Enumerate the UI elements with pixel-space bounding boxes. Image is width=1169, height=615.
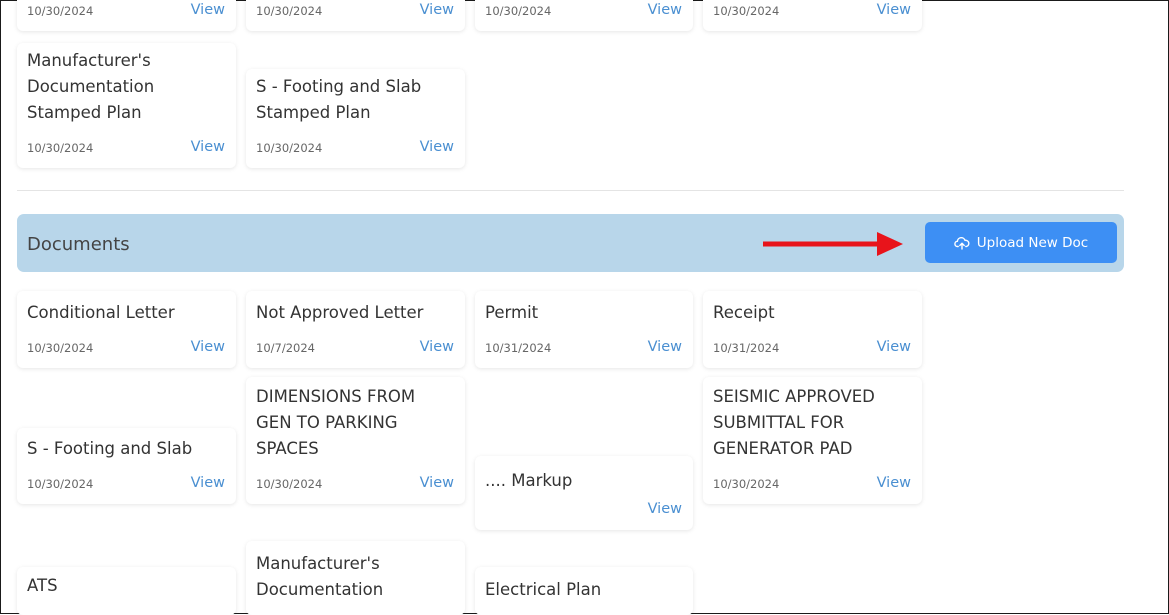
- document-card: 10/30/2024 View: [703, 0, 922, 31]
- documents-section-header: Documents Upload New Doc: [17, 214, 1124, 272]
- view-link[interactable]: View: [191, 475, 225, 491]
- view-link[interactable]: View: [877, 475, 911, 491]
- card-title: SEISMIC APPROVED SUBMITTAL FOR GENERATOR…: [713, 387, 875, 458]
- document-card: 10/30/2024 View: [17, 0, 236, 31]
- document-card: ATS: [17, 567, 236, 615]
- card-date: 10/30/2024: [27, 4, 94, 18]
- view-link[interactable]: View: [648, 501, 682, 517]
- view-link[interactable]: View: [648, 339, 682, 355]
- red-arrow-annotation-icon: [763, 232, 903, 256]
- plan-card: S - Footing and Slab Stamped Plan 10/30/…: [246, 69, 465, 168]
- document-card: SEISMIC APPROVED SUBMITTAL FOR GENERATOR…: [703, 377, 922, 504]
- view-link[interactable]: View: [877, 2, 911, 18]
- view-link[interactable]: View: [420, 139, 454, 155]
- card-date: 10/30/2024: [27, 341, 94, 355]
- view-link[interactable]: View: [191, 2, 225, 18]
- card-title: Electrical Plan: [485, 580, 602, 599]
- document-card: .... Markup View: [475, 456, 693, 530]
- card-title: Manufacturer's Documentation: [256, 554, 384, 599]
- card-title: S - Footing and Slab Stamped Plan: [256, 77, 422, 122]
- document-card: Not Approved Letter 10/7/2024 View: [246, 291, 465, 368]
- card-title: S - Footing and Slab: [27, 439, 193, 458]
- view-link[interactable]: View: [420, 475, 454, 491]
- section-divider: [17, 190, 1124, 191]
- card-date: 10/30/2024: [713, 4, 780, 18]
- card-date: 10/30/2024: [27, 141, 94, 155]
- card-date: 10/30/2024: [256, 4, 323, 18]
- card-title: .... Markup: [485, 471, 573, 490]
- card-date: 10/31/2024: [713, 341, 780, 355]
- document-card: DIMENSIONS FROM GEN TO PARKING SPACES 10…: [246, 377, 465, 504]
- card-title: Not Approved Letter: [256, 303, 424, 322]
- card-date: 10/31/2024: [485, 341, 552, 355]
- document-card: 10/30/2024 View: [246, 0, 465, 31]
- view-link[interactable]: View: [420, 339, 454, 355]
- card-date: 10/30/2024: [256, 477, 323, 491]
- card-title: Manufacturer's Documentation Stamped Pla…: [27, 51, 155, 122]
- document-card: Permit 10/31/2024 View: [475, 291, 693, 368]
- view-link[interactable]: View: [191, 339, 225, 355]
- card-date: 10/30/2024: [485, 4, 552, 18]
- document-card: Conditional Letter 10/30/2024 View: [17, 291, 236, 368]
- card-title: Conditional Letter: [27, 303, 175, 322]
- card-title: DIMENSIONS FROM GEN TO PARKING SPACES: [256, 387, 416, 458]
- card-date: 10/30/2024: [27, 477, 94, 491]
- card-date: 10/30/2024: [713, 477, 780, 491]
- document-card: S - Footing and Slab 10/30/2024 View: [17, 428, 236, 504]
- plan-card: Manufacturer's Documentation Stamped Pla…: [17, 43, 236, 168]
- card-date: 10/7/2024: [256, 341, 315, 355]
- section-title: Documents: [27, 234, 130, 255]
- document-card: Electrical Plan: [475, 567, 693, 615]
- card-title: Permit: [485, 303, 539, 322]
- view-link[interactable]: View: [420, 2, 454, 18]
- document-card: 10/30/2024 View: [475, 0, 693, 31]
- view-link[interactable]: View: [191, 139, 225, 155]
- upload-button-label: Upload New Doc: [976, 234, 1089, 251]
- upload-new-doc-button[interactable]: Upload New Doc: [925, 222, 1117, 263]
- cloud-upload-icon: [954, 236, 970, 250]
- card-title: ATS: [27, 576, 58, 595]
- document-card: Receipt 10/31/2024 View: [703, 291, 922, 368]
- card-title: Receipt: [713, 303, 775, 322]
- card-date: 10/30/2024: [256, 141, 323, 155]
- view-link[interactable]: View: [648, 2, 682, 18]
- view-link[interactable]: View: [877, 339, 911, 355]
- document-card: Manufacturer's Documentation: [246, 541, 465, 615]
